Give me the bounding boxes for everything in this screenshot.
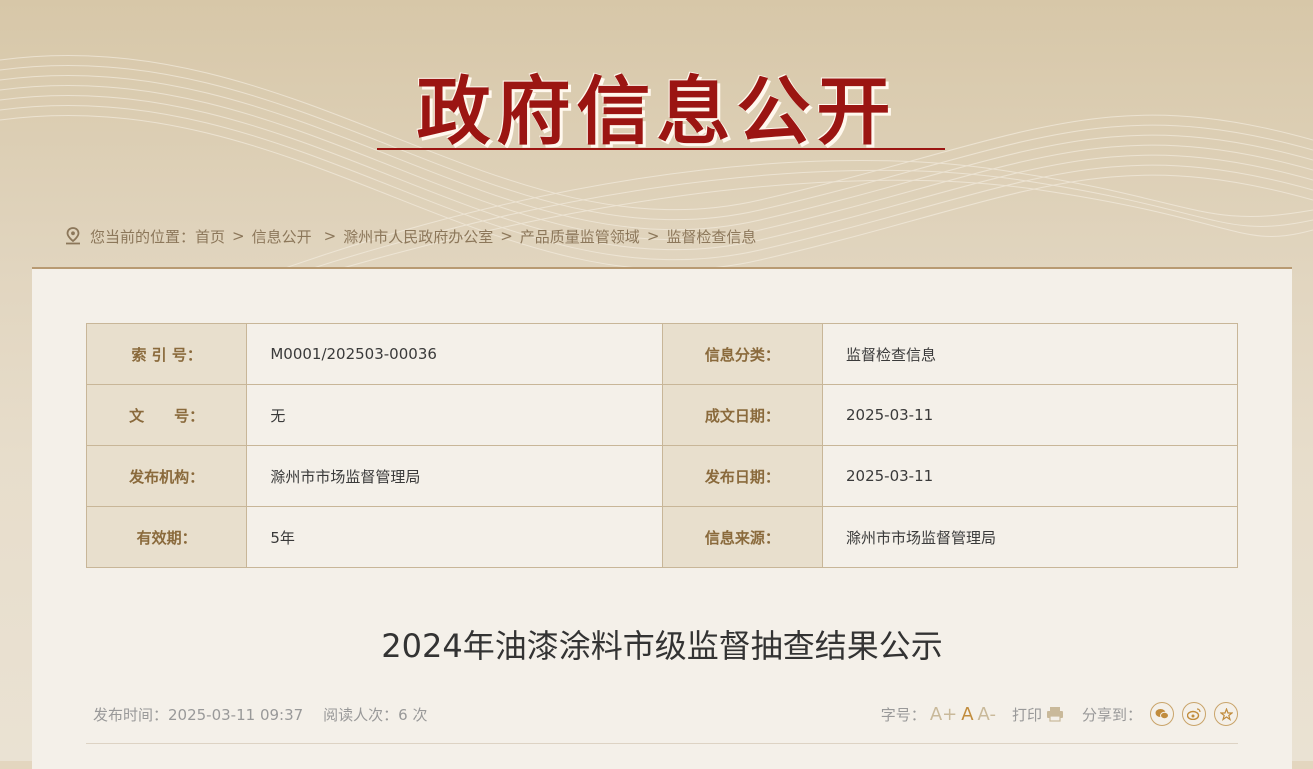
publish-time: 发布时间：2025-03-11 09:37	[93, 705, 304, 724]
info-source-value: 滁州市市场监督管理局	[822, 506, 1238, 568]
share-weibo-button[interactable]	[1182, 702, 1206, 726]
font-medium-button[interactable]: A	[961, 704, 973, 725]
metadata-table: 索 引 号： M0001/202503-00036 信息分类： 监督检查信息 文…	[85, 323, 1238, 568]
validity-label: 有效期：	[85, 506, 248, 568]
breadcrumb-home[interactable]: 首页	[195, 226, 225, 247]
index-number-value: M0001/202503-00036	[246, 323, 663, 385]
read-count: 阅读人次：6 次	[323, 705, 428, 724]
publisher-label: 发布机构：	[85, 445, 248, 507]
table-row: 发布机构： 滁州市市场监督管理局 发布日期： 2025-03-11	[85, 445, 1238, 507]
breadcrumb-separator: >	[500, 227, 513, 245]
publish-date-value: 2025-03-11	[822, 445, 1238, 507]
table-row: 文 号： 无 成文日期： 2025-03-11	[85, 384, 1238, 446]
star-icon	[1219, 707, 1233, 721]
info-category-label: 信息分类：	[661, 323, 824, 385]
breadcrumb-separator: >	[232, 227, 245, 245]
printer-icon[interactable]	[1046, 706, 1064, 722]
index-number-label: 索 引 号：	[85, 323, 248, 385]
location-icon	[66, 227, 80, 245]
font-small-button[interactable]: A-	[978, 704, 996, 725]
page-title: 政府信息公开	[416, 69, 897, 155]
breadcrumb-office[interactable]: 滁州市人民政府办公室	[343, 226, 493, 247]
breadcrumb-separator: >	[646, 227, 660, 245]
content-panel: 索 引 号： M0001/202503-00036 信息分类： 监督检查信息 文…	[32, 267, 1292, 769]
divider	[86, 743, 1238, 744]
breadcrumb-label: 您当前的位置：	[90, 227, 196, 246]
breadcrumb-inspection-info[interactable]: 监督检查信息	[666, 226, 756, 247]
table-row: 有效期： 5年 信息来源： 滁州市市场监督管理局	[85, 506, 1238, 568]
table-row: 索 引 号： M0001/202503-00036 信息分类： 监督检查信息	[85, 323, 1238, 385]
article-title: 2024年油漆涂料市级监督抽查结果公示	[381, 627, 943, 665]
doc-number-label: 文 号：	[85, 384, 248, 446]
info-category-value: 监督检查信息	[822, 323, 1238, 385]
share-label: 分享到：	[1081, 705, 1142, 724]
breadcrumb-separator: >	[323, 227, 337, 245]
breadcrumb-info-public[interactable]: 信息公开	[252, 226, 312, 247]
share-wechat-button[interactable]	[1150, 702, 1174, 726]
doc-number-value: 无	[246, 384, 663, 446]
article-info-bar: 发布时间：2025-03-11 09:37 阅读人次：6 次 字号： A+ A …	[86, 699, 1238, 729]
print-button[interactable]: 打印	[1012, 704, 1042, 725]
font-size-label: 字号：	[880, 705, 926, 724]
publish-date-label: 发布日期：	[661, 445, 824, 507]
title-underline	[377, 148, 945, 150]
written-date-value: 2025-03-11	[822, 384, 1238, 446]
breadcrumb-quality-field[interactable]: 产品质量监管领域	[520, 226, 640, 247]
wechat-icon	[1155, 709, 1169, 720]
publisher-value: 滁州市市场监督管理局	[246, 445, 663, 507]
written-date-label: 成文日期：	[661, 384, 824, 446]
breadcrumb: 您当前的位置： 首页 > 信息公开 > 滁州市人民政府办公室 > 产品质量监管领…	[65, 226, 756, 246]
weibo-icon	[1187, 708, 1201, 720]
share-qzone-button[interactable]	[1214, 702, 1238, 726]
validity-value: 5年	[246, 506, 663, 568]
info-source-label: 信息来源：	[661, 506, 824, 568]
font-large-button[interactable]: A+	[930, 704, 957, 725]
